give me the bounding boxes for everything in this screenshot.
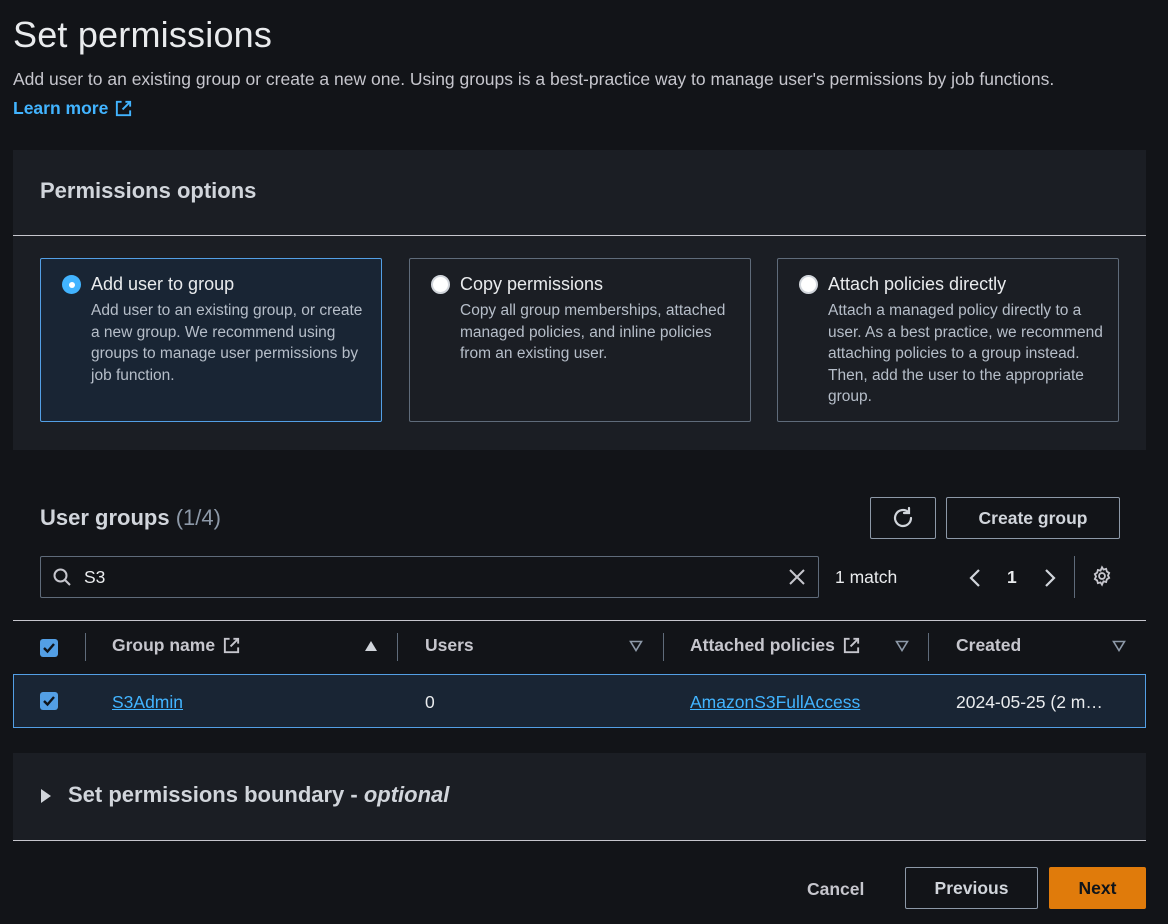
option-description: Copy all group memberships, attached man… xyxy=(460,302,726,362)
chevron-right-icon[interactable] xyxy=(1039,567,1059,589)
clear-icon[interactable] xyxy=(786,566,808,588)
caret-right-icon[interactable] xyxy=(41,789,51,803)
radio-unselected-icon[interactable] xyxy=(799,275,818,294)
option-title: Attach policies directly xyxy=(828,274,1007,294)
option-description: Add user to an existing group, or create… xyxy=(91,302,363,384)
external-link-icon xyxy=(223,637,240,654)
search-input[interactable]: S3 xyxy=(40,556,819,598)
page-number[interactable]: 1 xyxy=(1007,567,1017,588)
user-groups-heading: User groups (1/4) xyxy=(40,505,221,531)
column-header-attached-policies[interactable]: Attached policies xyxy=(690,635,861,656)
user-groups-count: (1/4) xyxy=(175,505,221,530)
page-title: Set permissions xyxy=(13,14,273,55)
chevron-left-icon[interactable] xyxy=(966,567,986,589)
refresh-icon xyxy=(893,506,913,528)
next-button[interactable]: Next xyxy=(1049,867,1146,909)
sort-icon[interactable] xyxy=(895,640,909,652)
divider xyxy=(13,235,1146,236)
table-row[interactable]: S3Admin 0 AmazonS3FullAccess 2024-05-25 … xyxy=(13,674,1146,728)
search-icon xyxy=(53,568,71,586)
created-date: 2024-05-25 (2 m… xyxy=(956,692,1103,712)
previous-button[interactable]: Previous xyxy=(905,867,1038,909)
column-label: Created xyxy=(956,635,1022,655)
gear-icon[interactable] xyxy=(1091,565,1113,587)
external-link-icon xyxy=(843,637,860,654)
learn-more-label: Learn more xyxy=(13,98,109,118)
column-header-group-name[interactable]: Group name xyxy=(112,635,241,656)
divider xyxy=(1074,556,1075,598)
row-checkbox[interactable] xyxy=(40,692,58,710)
column-label: Group name xyxy=(112,635,216,655)
sort-icon[interactable] xyxy=(1112,640,1126,652)
column-header-created[interactable]: Created xyxy=(956,635,1021,656)
column-separator xyxy=(85,633,86,661)
external-link-icon xyxy=(116,100,132,117)
column-separator xyxy=(663,633,664,661)
refresh-button[interactable] xyxy=(870,497,936,539)
sort-icon[interactable] xyxy=(629,640,643,652)
create-group-button[interactable]: Create group xyxy=(946,497,1120,539)
permissions-boundary-toggle[interactable]: Set permissions boundary - optional xyxy=(68,782,449,808)
radio-unselected-icon[interactable] xyxy=(431,275,450,294)
boundary-optional: optional xyxy=(363,782,450,807)
learn-more-link[interactable]: Learn more xyxy=(13,98,133,119)
option-copy-permissions[interactable]: Copy permissions Copy all group membersh… xyxy=(409,258,751,422)
user-groups-title: User groups xyxy=(40,505,170,530)
table-top-border xyxy=(13,620,1146,621)
check-icon xyxy=(43,643,55,654)
option-add-user-to-group[interactable]: Add user to group Add user to an existin… xyxy=(40,258,382,422)
column-separator xyxy=(928,633,929,661)
match-count: 1 match xyxy=(835,567,898,587)
column-label: Users xyxy=(425,635,474,655)
group-name-link[interactable]: S3Admin xyxy=(112,692,183,713)
cancel-button[interactable]: Cancel xyxy=(807,879,864,900)
check-icon xyxy=(43,696,55,707)
column-separator xyxy=(397,633,398,661)
user-groups-panel: User groups (1/4) Create group S3 1 matc… xyxy=(13,475,1146,728)
sort-ascending-icon[interactable] xyxy=(364,640,378,652)
boundary-title: Set permissions boundary - xyxy=(68,782,364,807)
permissions-options-panel: Permissions options Add user to group Ad… xyxy=(13,150,1146,450)
option-description: Attach a managed policy directly to a us… xyxy=(828,302,1103,405)
column-label: Attached policies xyxy=(690,635,835,655)
search-value: S3 xyxy=(84,567,106,587)
option-title: Copy permissions xyxy=(460,274,604,294)
select-all-checkbox[interactable] xyxy=(40,639,58,657)
radio-selected-icon[interactable] xyxy=(62,275,81,294)
policy-link[interactable]: AmazonS3FullAccess xyxy=(690,692,860,713)
column-header-users[interactable]: Users xyxy=(425,635,474,656)
option-title: Add user to group xyxy=(91,274,235,294)
permissions-options-heading: Permissions options xyxy=(40,178,257,203)
page-description: Add user to an existing group or create … xyxy=(13,69,1055,89)
permissions-boundary-panel: Set permissions boundary - optional xyxy=(13,753,1146,841)
option-attach-policies-directly[interactable]: Attach policies directly Attach a manage… xyxy=(777,258,1119,422)
divider xyxy=(13,840,1146,841)
users-count: 0 xyxy=(425,692,435,712)
